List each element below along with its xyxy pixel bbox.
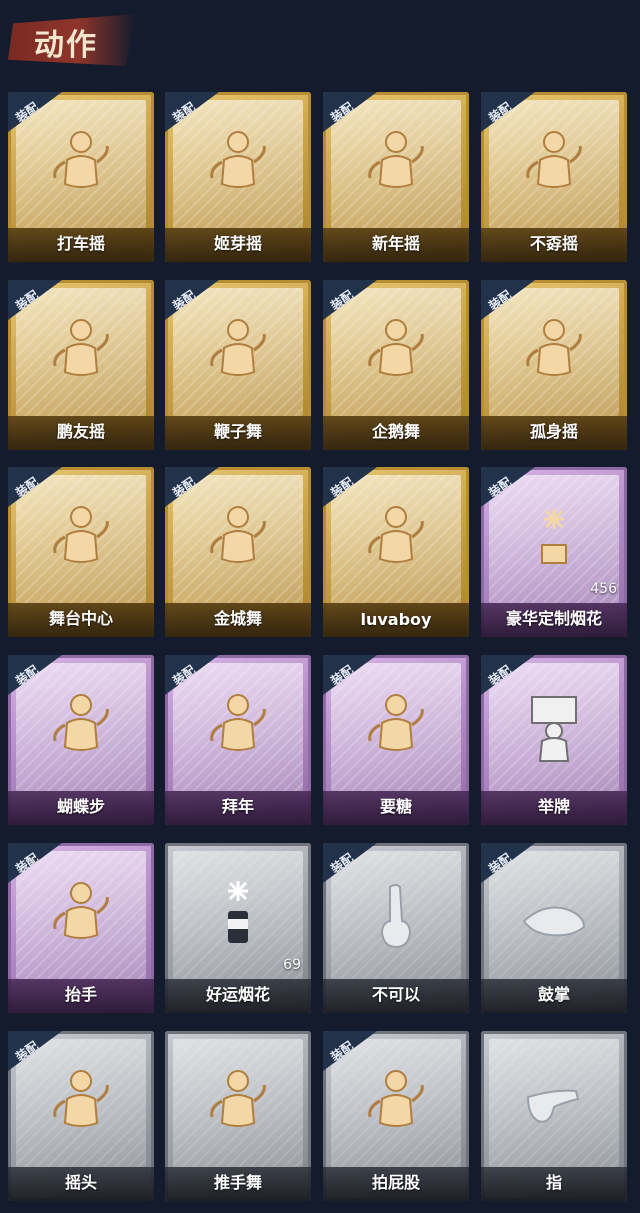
emote-name: 鼓掌 [537, 985, 570, 1004]
emote-name: 不可以 [371, 985, 420, 1004]
dancer-icon [198, 124, 278, 204]
emote-name: 摇头 [64, 1173, 97, 1192]
emote-grid: 打车摇 装配 姬芽摇 装配 新年摇 装配 不孬摇 装配鹏友摇 装配 鞭子舞 装配 企鹅舞 装配 孤身摇 装配… [0, 0, 640, 1213]
dancer-icon [41, 124, 121, 204]
dancer-icon [41, 875, 121, 955]
dancer-icon [41, 1063, 121, 1143]
emote-name: 金城舞 [213, 609, 262, 628]
emote-card[interactable]: 拜年 装配 [165, 655, 311, 825]
emote-card[interactable]: 拍屁股 装配 [323, 1031, 469, 1201]
emote-card[interactable]: 新年摇 装配 [323, 92, 469, 262]
emote-card[interactable]: 企鹅舞 装配 [323, 280, 469, 450]
emote-card[interactable]: 鞭子舞 装配 [165, 280, 311, 450]
emote-card[interactable]: 推手舞 [165, 1031, 311, 1201]
dancer-icon [198, 1063, 278, 1143]
dancer-icon [198, 687, 278, 767]
emote-card[interactable]: 鼓掌 装配 [481, 843, 627, 1013]
clap-icon [514, 875, 594, 955]
emote-card[interactable]: 456 豪华定制烟花 装配 [481, 467, 627, 637]
emote-name: 好运烟花 [205, 985, 270, 1004]
emote-card[interactable]: 打车摇 装配 [8, 92, 154, 262]
emote-name: 姬芽摇 [213, 234, 262, 253]
emote-card[interactable]: 要糖 装配 [323, 655, 469, 825]
finger-icon [356, 875, 436, 955]
emote-name: 企鹅舞 [371, 422, 420, 441]
dancer-icon [41, 312, 121, 392]
emote-name: 豪华定制烟花 [505, 609, 602, 628]
emote-name: 要糖 [379, 797, 412, 816]
dancer-icon [198, 499, 278, 579]
emote-name: 孤身摇 [529, 422, 578, 441]
dancer-icon [356, 124, 436, 204]
emote-card[interactable]: 不可以 装配 [323, 843, 469, 1013]
emote-name: 舞台中心 [48, 609, 113, 628]
emote-card[interactable]: 舞台中心 装配 [8, 467, 154, 637]
firework-can-icon [198, 875, 278, 955]
emote-card[interactable]: luvaboy 装配 [323, 467, 469, 637]
emote-card[interactable]: 指 [481, 1031, 627, 1201]
emote-name: 指 [545, 1173, 562, 1192]
emote-card[interactable]: 摇头 装配 [8, 1031, 154, 1201]
emote-name: 推手舞 [213, 1173, 262, 1192]
dancer-icon [514, 312, 594, 392]
dancer-icon [198, 312, 278, 392]
emote-card[interactable]: 抬手 装配 [8, 843, 154, 1013]
emote-name: 不孬摇 [529, 234, 578, 253]
emote-card[interactable]: 姬芽摇 装配 [165, 92, 311, 262]
pointing-hand-icon [514, 1063, 594, 1143]
emote-name: 举牌 [537, 797, 570, 816]
dancer-icon [41, 499, 121, 579]
dancer-icon [356, 1063, 436, 1143]
sign-holder-icon [514, 687, 594, 767]
fireworks-icon [514, 499, 594, 579]
emote-card[interactable]: 孤身摇 装配 [481, 280, 627, 450]
emote-name: 拜年 [221, 797, 254, 816]
item-count: 456 [590, 581, 617, 597]
emote-card[interactable]: 69 好运烟花 [165, 843, 311, 1013]
emote-card[interactable]: 金城舞 装配 [165, 467, 311, 637]
item-count: 69 [283, 957, 301, 973]
emote-card[interactable]: 鹏友摇 装配 [8, 280, 154, 450]
dancer-icon [356, 687, 436, 767]
emote-name: 抬手 [64, 985, 97, 1004]
dancer-icon [514, 124, 594, 204]
dancer-icon [356, 312, 436, 392]
emote-card[interactable]: 蝴蝶步 装配 [8, 655, 154, 825]
emote-name: 蝴蝶步 [56, 797, 105, 816]
emote-card[interactable]: 举牌 装配 [481, 655, 627, 825]
emote-name: 鞭子舞 [213, 422, 262, 441]
emote-name: 鹏友摇 [56, 422, 105, 441]
emote-card[interactable]: 不孬摇 装配 [481, 92, 627, 262]
dancer-icon [41, 687, 121, 767]
emote-name: 拍屁股 [371, 1173, 420, 1192]
emote-name: luvaboy [360, 610, 432, 629]
dancer-icon [356, 499, 436, 579]
emote-name: 打车摇 [56, 234, 105, 253]
emote-name: 新年摇 [371, 234, 420, 253]
